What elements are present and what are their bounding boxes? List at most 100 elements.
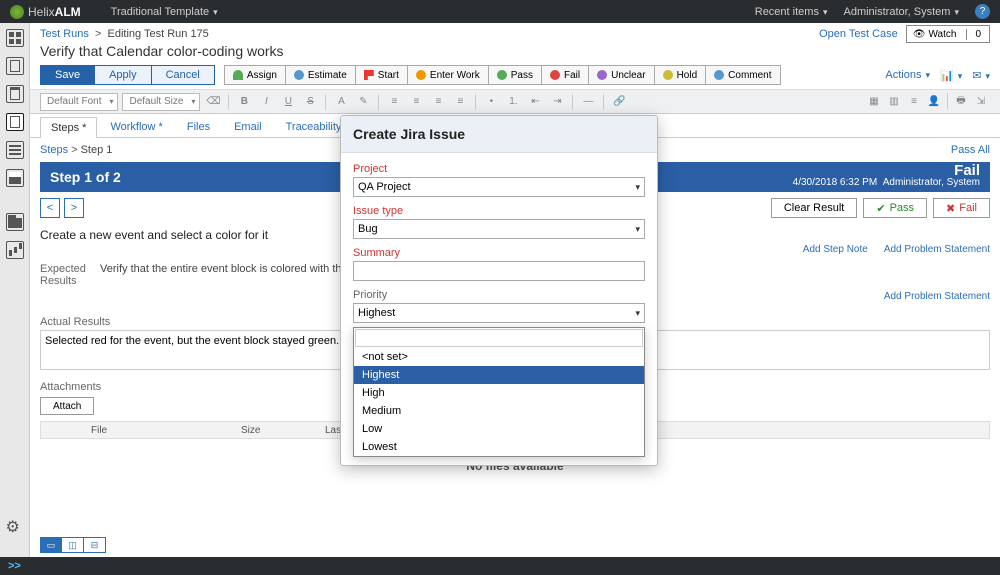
template-selector[interactable]: Traditional Template — [111, 6, 218, 18]
indent-icon[interactable]: ⇥ — [548, 93, 566, 111]
next-step-button[interactable]: > — [64, 198, 84, 218]
open-test-case-link[interactable]: Open Test Case — [819, 28, 898, 40]
priority-option-lowest[interactable]: Lowest — [354, 438, 644, 456]
start-button[interactable]: Start — [355, 65, 408, 85]
col-file[interactable]: File — [91, 425, 241, 436]
comment-button[interactable]: Comment — [705, 65, 780, 85]
priority-option-low[interactable]: Low — [354, 420, 644, 438]
unclear-button[interactable]: Unclear — [588, 65, 654, 85]
hr-icon[interactable]: — — [579, 93, 597, 111]
view-mode-switcher: ▭ ◫ ⊟ — [40, 537, 106, 553]
tab-workflow[interactable]: Workflow * — [99, 116, 173, 137]
rail-testruns-icon[interactable] — [6, 113, 24, 131]
add-problem-link-2[interactable]: Add Problem Statement — [884, 291, 990, 302]
summary-input[interactable] — [353, 261, 645, 281]
estimate-button[interactable]: Estimate — [285, 65, 356, 85]
pass-icon — [497, 70, 507, 80]
attach-button[interactable]: Attach — [40, 397, 94, 415]
italic-icon[interactable]: I — [257, 93, 275, 111]
watch-count: 0 — [966, 29, 989, 40]
recent-items-menu[interactable]: Recent items — [755, 6, 828, 18]
view-mode-3-icon[interactable]: ⊟ — [84, 537, 106, 553]
clear-format-icon[interactable]: ⌫ — [204, 93, 222, 111]
rail-settings-icon[interactable] — [6, 519, 24, 537]
save-button[interactable]: Save — [40, 65, 95, 85]
action-bar: Save Apply Cancel Assign Estimate Start … — [30, 65, 1000, 90]
view1-icon[interactable]: ▦ — [865, 93, 883, 111]
cancel-button[interactable]: Cancel — [152, 65, 215, 85]
dropdown-search-input[interactable] — [355, 329, 643, 347]
step-title: Step 1 of 2 — [50, 169, 121, 185]
align-right-icon[interactable]: ≡ — [429, 93, 447, 111]
flag-icon — [364, 70, 374, 80]
project-select[interactable]: QA Project — [353, 177, 645, 197]
crumb-testruns[interactable]: Test Runs — [40, 28, 89, 40]
view-mode-1-icon[interactable]: ▭ — [40, 537, 62, 553]
font-select[interactable]: Default Font — [40, 93, 118, 111]
view4-icon[interactable]: 👤 — [925, 93, 943, 111]
rail-folders-icon[interactable] — [6, 213, 24, 231]
underline-icon[interactable]: U — [279, 93, 297, 111]
issuetype-label: Issue type — [353, 205, 645, 217]
step-meta: 4/30/2018 6:32 PM Administrator, System — [793, 177, 980, 189]
priority-option-notset[interactable]: <not set> — [354, 348, 644, 366]
create-jira-modal: Create Jira Issue Project QA Project Iss… — [340, 115, 658, 466]
tab-files[interactable]: Files — [176, 116, 221, 137]
user-menu[interactable]: Administrator, System — [843, 6, 959, 18]
priority-select[interactable]: Highest — [353, 303, 645, 323]
rail-reports-icon[interactable] — [6, 169, 24, 187]
priority-option-highest[interactable]: Highest — [354, 366, 644, 384]
crumb-steps-link[interactable]: Steps — [40, 144, 68, 156]
tab-email[interactable]: Email — [223, 116, 273, 137]
view3-icon[interactable]: ≡ — [905, 93, 923, 111]
outdent-icon[interactable]: ⇤ — [526, 93, 544, 111]
summary-label: Summary — [353, 247, 645, 259]
list-bullet-icon[interactable]: • — [482, 93, 500, 111]
rail-issues-icon[interactable] — [6, 141, 24, 159]
print-icon[interactable]: 🖶 — [952, 93, 970, 111]
col-size[interactable]: Size — [241, 425, 321, 436]
fail-button[interactable]: Fail — [541, 65, 589, 85]
view-mode-2-icon[interactable]: ◫ — [62, 537, 84, 553]
hold-button[interactable]: Hold — [654, 65, 707, 85]
enter-work-button[interactable]: Enter Work — [407, 65, 489, 85]
issuetype-select[interactable]: Bug — [353, 219, 645, 239]
rail-analytics-icon[interactable] — [6, 241, 24, 259]
status-bar: >> — [0, 557, 1000, 575]
priority-option-medium[interactable]: Medium — [354, 402, 644, 420]
strike-icon[interactable]: S — [301, 93, 319, 111]
step-pass-button[interactable]: ✔Pass — [863, 198, 927, 218]
fail-icon — [550, 70, 560, 80]
tab-steps[interactable]: Steps * — [40, 117, 97, 138]
step-fail-button[interactable]: ✖Fail — [933, 198, 990, 218]
list-number-icon[interactable]: 1. — [504, 93, 522, 111]
prev-step-button[interactable]: < — [40, 198, 60, 218]
add-problem-link[interactable]: Add Problem Statement — [884, 244, 990, 255]
rail-dashboard-icon[interactable] — [6, 29, 24, 47]
align-left-icon[interactable]: ≡ — [385, 93, 403, 111]
clear-result-button[interactable]: Clear Result — [771, 198, 858, 218]
export-icon[interactable]: ⇲ — [972, 93, 990, 111]
textcolor-icon[interactable]: A — [332, 93, 350, 111]
pass-button[interactable]: Pass — [488, 65, 542, 85]
size-select[interactable]: Default Size — [122, 93, 200, 111]
hold-icon — [663, 70, 673, 80]
mail-menu-icon[interactable]: ✉ — [972, 69, 990, 82]
actions-menu[interactable]: Actions — [885, 69, 930, 81]
priority-option-high[interactable]: High — [354, 384, 644, 402]
pass-all-link[interactable]: Pass All — [951, 144, 990, 156]
align-justify-icon[interactable]: ≡ — [451, 93, 469, 111]
bold-icon[interactable]: B — [235, 93, 253, 111]
highlight-icon[interactable]: ✎ — [354, 93, 372, 111]
align-center-icon[interactable]: ≡ — [407, 93, 425, 111]
view2-icon[interactable]: ▥ — [885, 93, 903, 111]
link-icon[interactable]: 🔗 — [610, 93, 628, 111]
prompt-icon: >> — [8, 560, 21, 572]
add-step-note-link[interactable]: Add Step Note — [803, 244, 868, 255]
chart-menu-icon[interactable]: 📊 — [940, 69, 962, 82]
rail-testcases-icon[interactable] — [6, 85, 24, 103]
assign-button[interactable]: Assign — [224, 65, 286, 85]
rail-requirements-icon[interactable] — [6, 57, 24, 75]
help-icon[interactable]: ? — [975, 4, 990, 19]
apply-button[interactable]: Apply — [95, 65, 152, 85]
